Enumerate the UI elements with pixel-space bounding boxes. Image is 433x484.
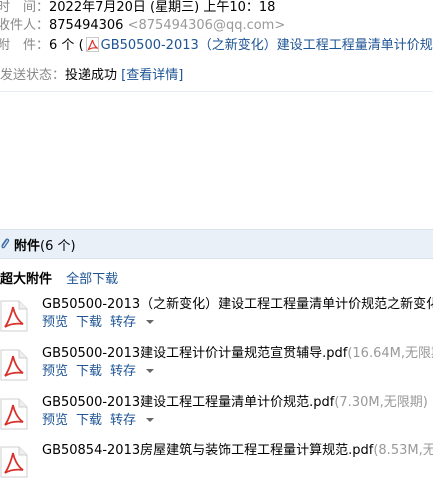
time-label: 时 间：: [0, 0, 50, 15]
time-value: 2022年7月20日 (星期三) 上午10：18: [49, 0, 276, 15]
pdf-icon: [0, 446, 30, 478]
file-actions: 预览 下载 转存: [42, 314, 170, 332]
file-item: GB50500-2013建设工程工程量清单计价规范.pdf(7.30M,无限期)…: [0, 392, 433, 436]
file-name-link[interactable]: GB50500-2013建设工程计价计量规范宣贯辅导.pdf(16.64M,无限…: [42, 345, 433, 363]
file-actions: 预览 下载 转存: [42, 363, 170, 381]
recipient-name[interactable]: 875494306: [49, 18, 123, 33]
mail-header: 时 间：2022年7月20日 (星期三) 上午10：18 收件人：8754943…: [0, 0, 433, 92]
attachments-bar: 附件(6 个): [0, 229, 433, 259]
attachments-count: (6 个): [40, 239, 76, 254]
super-attachments-header: 超大附件 全部下载: [0, 272, 118, 288]
download-link[interactable]: 下载: [76, 315, 102, 330]
file-item: GB50854-2013房屋建筑与装饰工程工程量计算规范.pdf(8.53M,无: [0, 440, 433, 484]
pdf-icon: [85, 37, 99, 52]
preview-link[interactable]: 预览: [42, 364, 68, 379]
save-dropdown[interactable]: 转存: [110, 315, 162, 330]
save-dropdown[interactable]: 转存: [110, 364, 162, 379]
preview-link[interactable]: 预览: [42, 413, 68, 428]
status-label: 发送状态：: [0, 68, 66, 83]
attachment-label: 附 件：: [0, 38, 50, 53]
chevron-down-icon: [146, 320, 155, 324]
super-attachments-title: 超大附件: [0, 272, 53, 287]
download-link[interactable]: 下载: [76, 364, 102, 379]
recipient-label: 收件人：: [0, 18, 50, 33]
status-detail-link[interactable]: [查看详情]: [121, 68, 183, 83]
attachment-count: 6 个: [49, 38, 75, 53]
file-name-link[interactable]: GB50500-2013（之新变化）建设工程工程量清单计价规范之新变化.: [42, 296, 433, 314]
file-name-link[interactable]: GB50500-2013建设工程工程量清单计价规范.pdf(7.30M,无限期): [42, 394, 428, 412]
recipient-email: <875494306@qq.com>: [127, 18, 286, 33]
save-dropdown[interactable]: 转存: [110, 413, 162, 428]
download-link[interactable]: 下载: [76, 413, 102, 428]
file-item: GB50500-2013建设工程计价计量规范宣贯辅导.pdf(16.64M,无限…: [0, 343, 433, 387]
download-all-link[interactable]: 全部下载: [66, 272, 118, 287]
attachment-open-paren: (: [78, 38, 84, 53]
pdf-icon: [0, 398, 30, 430]
status-value: 投递成功: [65, 68, 118, 83]
file-actions: 预览 下载 转存: [42, 412, 170, 430]
attachment-row: 附 件：6 个 ( GB50500-2013（之新变化）建设工程工程量清单计价规范: [0, 36, 433, 56]
paperclip-icon: [0, 236, 10, 256]
recipient-row: 收件人：875494306 <875494306@qq.com>: [0, 16, 285, 36]
pdf-icon: [0, 300, 30, 332]
attachment-first-link[interactable]: GB50500-2013（之新变化）建设工程工程量清单计价规范: [101, 38, 433, 53]
chevron-down-icon: [146, 369, 155, 373]
header-divider: [0, 91, 433, 92]
attachments-title: 附件(6 个): [14, 239, 76, 254]
status-row: 发送状态：投递成功 [查看详情]: [0, 66, 183, 86]
chevron-down-icon: [146, 418, 155, 422]
preview-link[interactable]: 预览: [42, 315, 68, 330]
pdf-icon: [0, 349, 30, 381]
file-item: GB50500-2013（之新变化）建设工程工程量清单计价规范之新变化. 预览下…: [0, 294, 433, 338]
file-name-link[interactable]: GB50854-2013房屋建筑与装饰工程工程量计算规范.pdf(8.53M,无: [42, 442, 433, 460]
